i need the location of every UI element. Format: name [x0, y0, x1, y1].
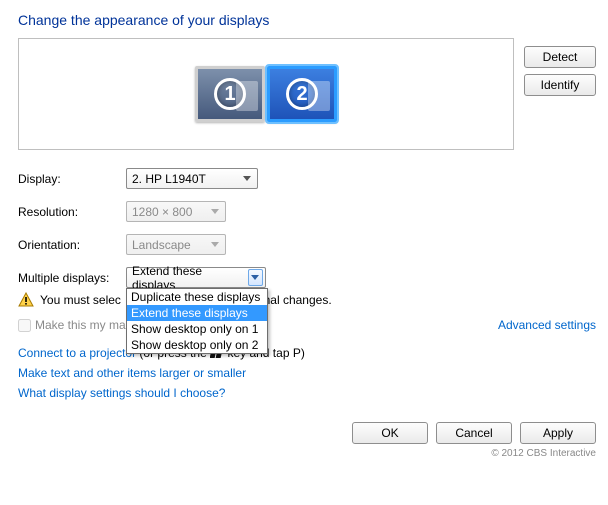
orientation-value: Landscape [132, 238, 191, 252]
display-combobox[interactable]: 2. HP L1940T [126, 168, 258, 189]
copyright-text: © 2012 CBS Interactive [18, 448, 596, 459]
resolution-label: Resolution: [18, 205, 126, 219]
monitor-2-thumbnail[interactable]: 2 [267, 66, 337, 122]
which-settings-link[interactable]: What display settings should I choose? [18, 386, 225, 400]
dropdown-option[interactable]: Show desktop only on 1 [127, 321, 267, 337]
display-value: 2. HP L1940T [132, 172, 206, 186]
text-size-link[interactable]: Make text and other items larger or smal… [18, 366, 246, 380]
chevron-down-icon [248, 269, 263, 286]
dropdown-option[interactable]: Show desktop only on 2 [127, 337, 267, 353]
monitor-1-thumbnail[interactable]: 1 [195, 66, 265, 122]
main-display-checkbox-row: Make this my ma [18, 318, 126, 332]
dialog-footer: OK Cancel Apply [18, 414, 596, 444]
warning-row: You must selec onal changes. [18, 292, 596, 308]
preview-area: 1 2 Detect Identify [18, 38, 596, 150]
multiple-displays-combobox[interactable]: Extend these displays Duplicate these di… [126, 267, 266, 288]
dropdown-option[interactable]: Extend these displays [127, 305, 267, 321]
main-display-checkbox[interactable] [18, 319, 31, 332]
orientation-combobox[interactable]: Landscape [126, 234, 226, 255]
apply-button[interactable]: Apply [520, 422, 596, 444]
connect-projector-link[interactable]: Connect to a projector [18, 346, 136, 360]
display-label: Display: [18, 172, 126, 186]
multiple-displays-label: Multiple displays: [18, 271, 126, 285]
chevron-down-icon [207, 236, 223, 253]
dropdown-option[interactable]: Duplicate these displays [127, 289, 267, 305]
monitor-arrangement-box[interactable]: 1 2 [18, 38, 514, 150]
warning-text-visible-prefix: You must selec [40, 293, 121, 307]
chevron-down-icon [239, 170, 255, 187]
resolution-value: 1280 × 800 [132, 205, 192, 219]
ok-button[interactable]: OK [352, 422, 428, 444]
cancel-button[interactable]: Cancel [436, 422, 512, 444]
resolution-combobox[interactable]: 1280 × 800 [126, 201, 226, 222]
advanced-settings-link[interactable]: Advanced settings [498, 318, 596, 332]
warning-text-visible-suffix: onal changes. [257, 293, 332, 307]
identify-button[interactable]: Identify [524, 74, 596, 96]
main-display-label: Make this my ma [35, 318, 126, 332]
page-title: Change the appearance of your displays [18, 12, 596, 28]
chevron-down-icon [207, 203, 223, 220]
warning-icon [18, 292, 34, 308]
orientation-label: Orientation: [18, 238, 126, 252]
detect-button[interactable]: Detect [524, 46, 596, 68]
multiple-displays-dropdown: Duplicate these displays Extend these di… [126, 288, 268, 354]
